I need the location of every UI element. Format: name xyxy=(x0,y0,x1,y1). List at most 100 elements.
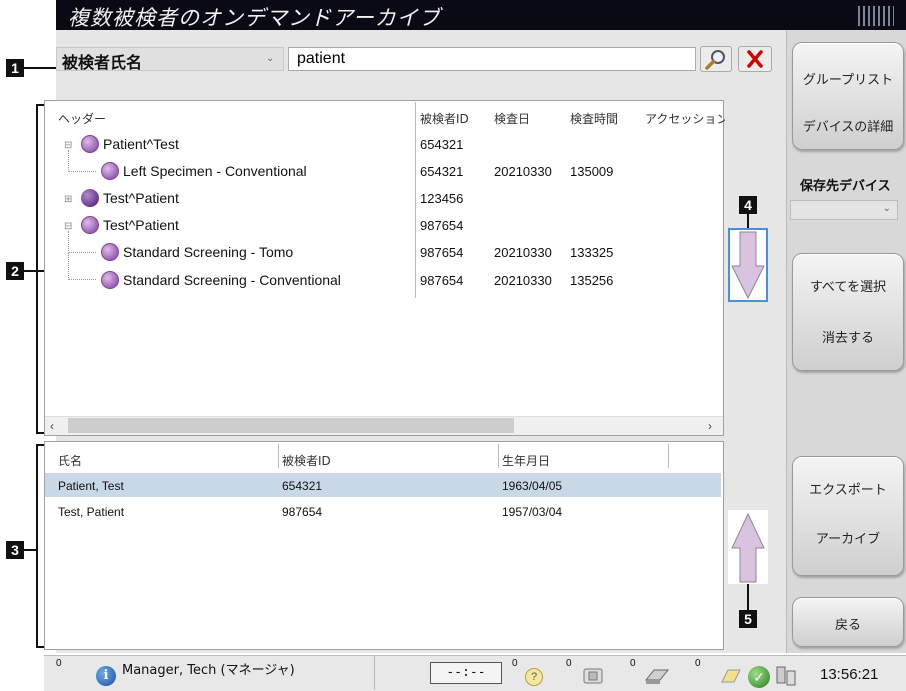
tree-connector xyxy=(68,150,96,172)
group-list-button[interactable]: グループリスト xyxy=(793,43,903,88)
clear-button[interactable]: 消去する xyxy=(793,295,903,346)
patient-header-id[interactable]: 被検者ID xyxy=(282,452,331,469)
tree-row-label[interactable]: Patient^Test xyxy=(103,136,179,152)
tree-row-label[interactable]: Test^Patient xyxy=(103,190,179,206)
callout-2-line xyxy=(24,270,44,272)
callout-3: 3 xyxy=(6,541,24,559)
network-icon[interactable] xyxy=(774,664,798,688)
status-divider xyxy=(374,656,375,690)
expand-icon[interactable]: ⊞ xyxy=(64,194,72,205)
tree-row-id: 987654 xyxy=(420,218,464,233)
callout-1: 1 xyxy=(6,59,24,77)
callout-2-bracket xyxy=(36,104,38,434)
tree-connector xyxy=(68,231,96,253)
destination-device-label: 保存先デバイス xyxy=(800,179,891,194)
check-circle-icon xyxy=(101,271,119,289)
status-count: 0 xyxy=(56,658,62,669)
status-clock-display[interactable]: --:-- xyxy=(430,662,502,684)
tree-row-id: 123456 xyxy=(420,191,464,206)
patient-row-dob[interactable]: 1957/03/04 xyxy=(502,505,562,519)
tree-row-time: 135009 xyxy=(570,164,614,179)
patient-column-divider[interactable] xyxy=(278,444,279,468)
scroll-left-icon[interactable]: ‹ xyxy=(50,419,54,433)
callout-3-bracket-bottom xyxy=(36,646,44,648)
tree-header-patient-id[interactable]: 被検者ID xyxy=(420,110,469,127)
table-row[interactable] xyxy=(45,473,721,497)
callout-5-line xyxy=(747,584,749,610)
clear-search-button[interactable] xyxy=(738,46,772,72)
device-icon[interactable] xyxy=(580,666,608,686)
scroll-right-icon[interactable]: › xyxy=(708,419,712,433)
page-title: 複数被検者のオンデマンドアーカイブ xyxy=(68,6,441,30)
tree-header-accession[interactable]: アクセッション番 xyxy=(645,110,725,127)
callout-1-line xyxy=(24,67,56,69)
archive-button[interactable]: アーカイブ xyxy=(793,498,903,547)
export-button[interactable]: エクスポート xyxy=(793,457,903,498)
title-decoration-icon xyxy=(858,6,894,26)
chevron-down-icon[interactable]: ⌄ xyxy=(883,203,891,214)
tree-row-id: 987654 xyxy=(420,245,464,260)
scrollbar-thumb[interactable] xyxy=(68,418,514,433)
select-all-button[interactable]: すべてを選択 xyxy=(793,254,903,295)
patient-row-dob[interactable]: 1963/04/05 xyxy=(502,479,562,493)
tree-row-label[interactable]: Left Specimen - Conventional xyxy=(123,163,307,179)
patient-row-name[interactable]: Patient, Test xyxy=(58,479,124,493)
tree-header-label[interactable]: ヘッダー xyxy=(58,110,106,127)
patient-row-name[interactable]: Test, Patient xyxy=(58,505,124,519)
device-details-button[interactable]: デバイスの詳細 xyxy=(793,88,903,135)
close-icon xyxy=(747,50,763,68)
patient-row-id[interactable]: 987654 xyxy=(282,505,322,519)
callout-2-bracket-bottom xyxy=(36,432,44,434)
notes-icon[interactable] xyxy=(720,666,742,686)
callout-3-bracket xyxy=(36,444,38,648)
check-status-icon[interactable]: ✓ xyxy=(748,666,770,688)
search-field-label: 被検者氏名 xyxy=(62,53,143,72)
help-icon[interactable]: ? xyxy=(525,668,543,686)
side-button-group: エクスポート アーカイブ xyxy=(792,456,904,576)
info-icon[interactable]: i xyxy=(96,666,116,686)
tree-row-time: 133325 xyxy=(570,245,614,260)
tree-row-label[interactable]: Standard Screening - Tomo xyxy=(123,244,293,260)
status-time: 13:56:21 xyxy=(820,666,879,683)
callout-2: 2 xyxy=(6,262,24,280)
patient-header-name[interactable]: 氏名 xyxy=(58,452,82,469)
magnifier-icon xyxy=(705,50,725,70)
tree-row-label[interactable]: Test^Patient xyxy=(103,217,179,233)
back-button[interactable]: 戻る xyxy=(792,597,904,647)
tree-row-time: 135256 xyxy=(570,273,614,288)
tree-header-exam-date[interactable]: 検査日 xyxy=(494,110,530,127)
callout-4-line xyxy=(747,214,749,228)
move-down-button[interactable] xyxy=(728,228,768,302)
check-circle-icon xyxy=(101,162,119,180)
callout-3-bracket-top xyxy=(36,444,44,446)
tree-row-id: 654321 xyxy=(420,164,464,179)
printer-icon[interactable] xyxy=(642,666,672,686)
patient-header-dob[interactable]: 生年月日 xyxy=(502,452,550,469)
tree-row-date: 20210330 xyxy=(494,273,552,288)
tree-row-date: 20210330 xyxy=(494,164,552,179)
tree-connector xyxy=(68,253,96,280)
patient-column-divider[interactable] xyxy=(668,444,669,468)
arrow-down-icon xyxy=(731,231,765,300)
tree-row-label[interactable]: Standard Screening - Conventional xyxy=(123,272,341,288)
side-button-group: グループリスト デバイスの詳細 xyxy=(792,42,904,150)
side-button-group: すべてを選択 消去する xyxy=(792,253,904,371)
tree-header-exam-time[interactable]: 検査時間 xyxy=(570,110,618,127)
status-count: 0 xyxy=(630,658,636,669)
search-input[interactable] xyxy=(288,47,696,71)
logged-in-user[interactable]: Manager, Tech (マネージャ) xyxy=(122,659,295,678)
tree-row-id: 654321 xyxy=(420,137,464,152)
back-button-label: 戻る xyxy=(834,618,861,633)
patient-row-id[interactable]: 654321 xyxy=(282,479,322,493)
tree-row-date: 20210330 xyxy=(494,245,552,260)
callout-2-bracket-top xyxy=(36,104,44,106)
tree-column-divider[interactable] xyxy=(415,102,416,298)
purple-ball-icon xyxy=(81,189,99,207)
chevron-down-icon[interactable]: ⌄ xyxy=(266,53,274,64)
arrow-up-icon xyxy=(731,512,765,583)
destination-device-dropdown[interactable]: ⌄ xyxy=(790,200,898,220)
status-count: 0 xyxy=(695,658,701,669)
search-button[interactable] xyxy=(700,46,732,72)
move-up-button[interactable] xyxy=(728,510,768,584)
patient-column-divider[interactable] xyxy=(498,444,499,468)
